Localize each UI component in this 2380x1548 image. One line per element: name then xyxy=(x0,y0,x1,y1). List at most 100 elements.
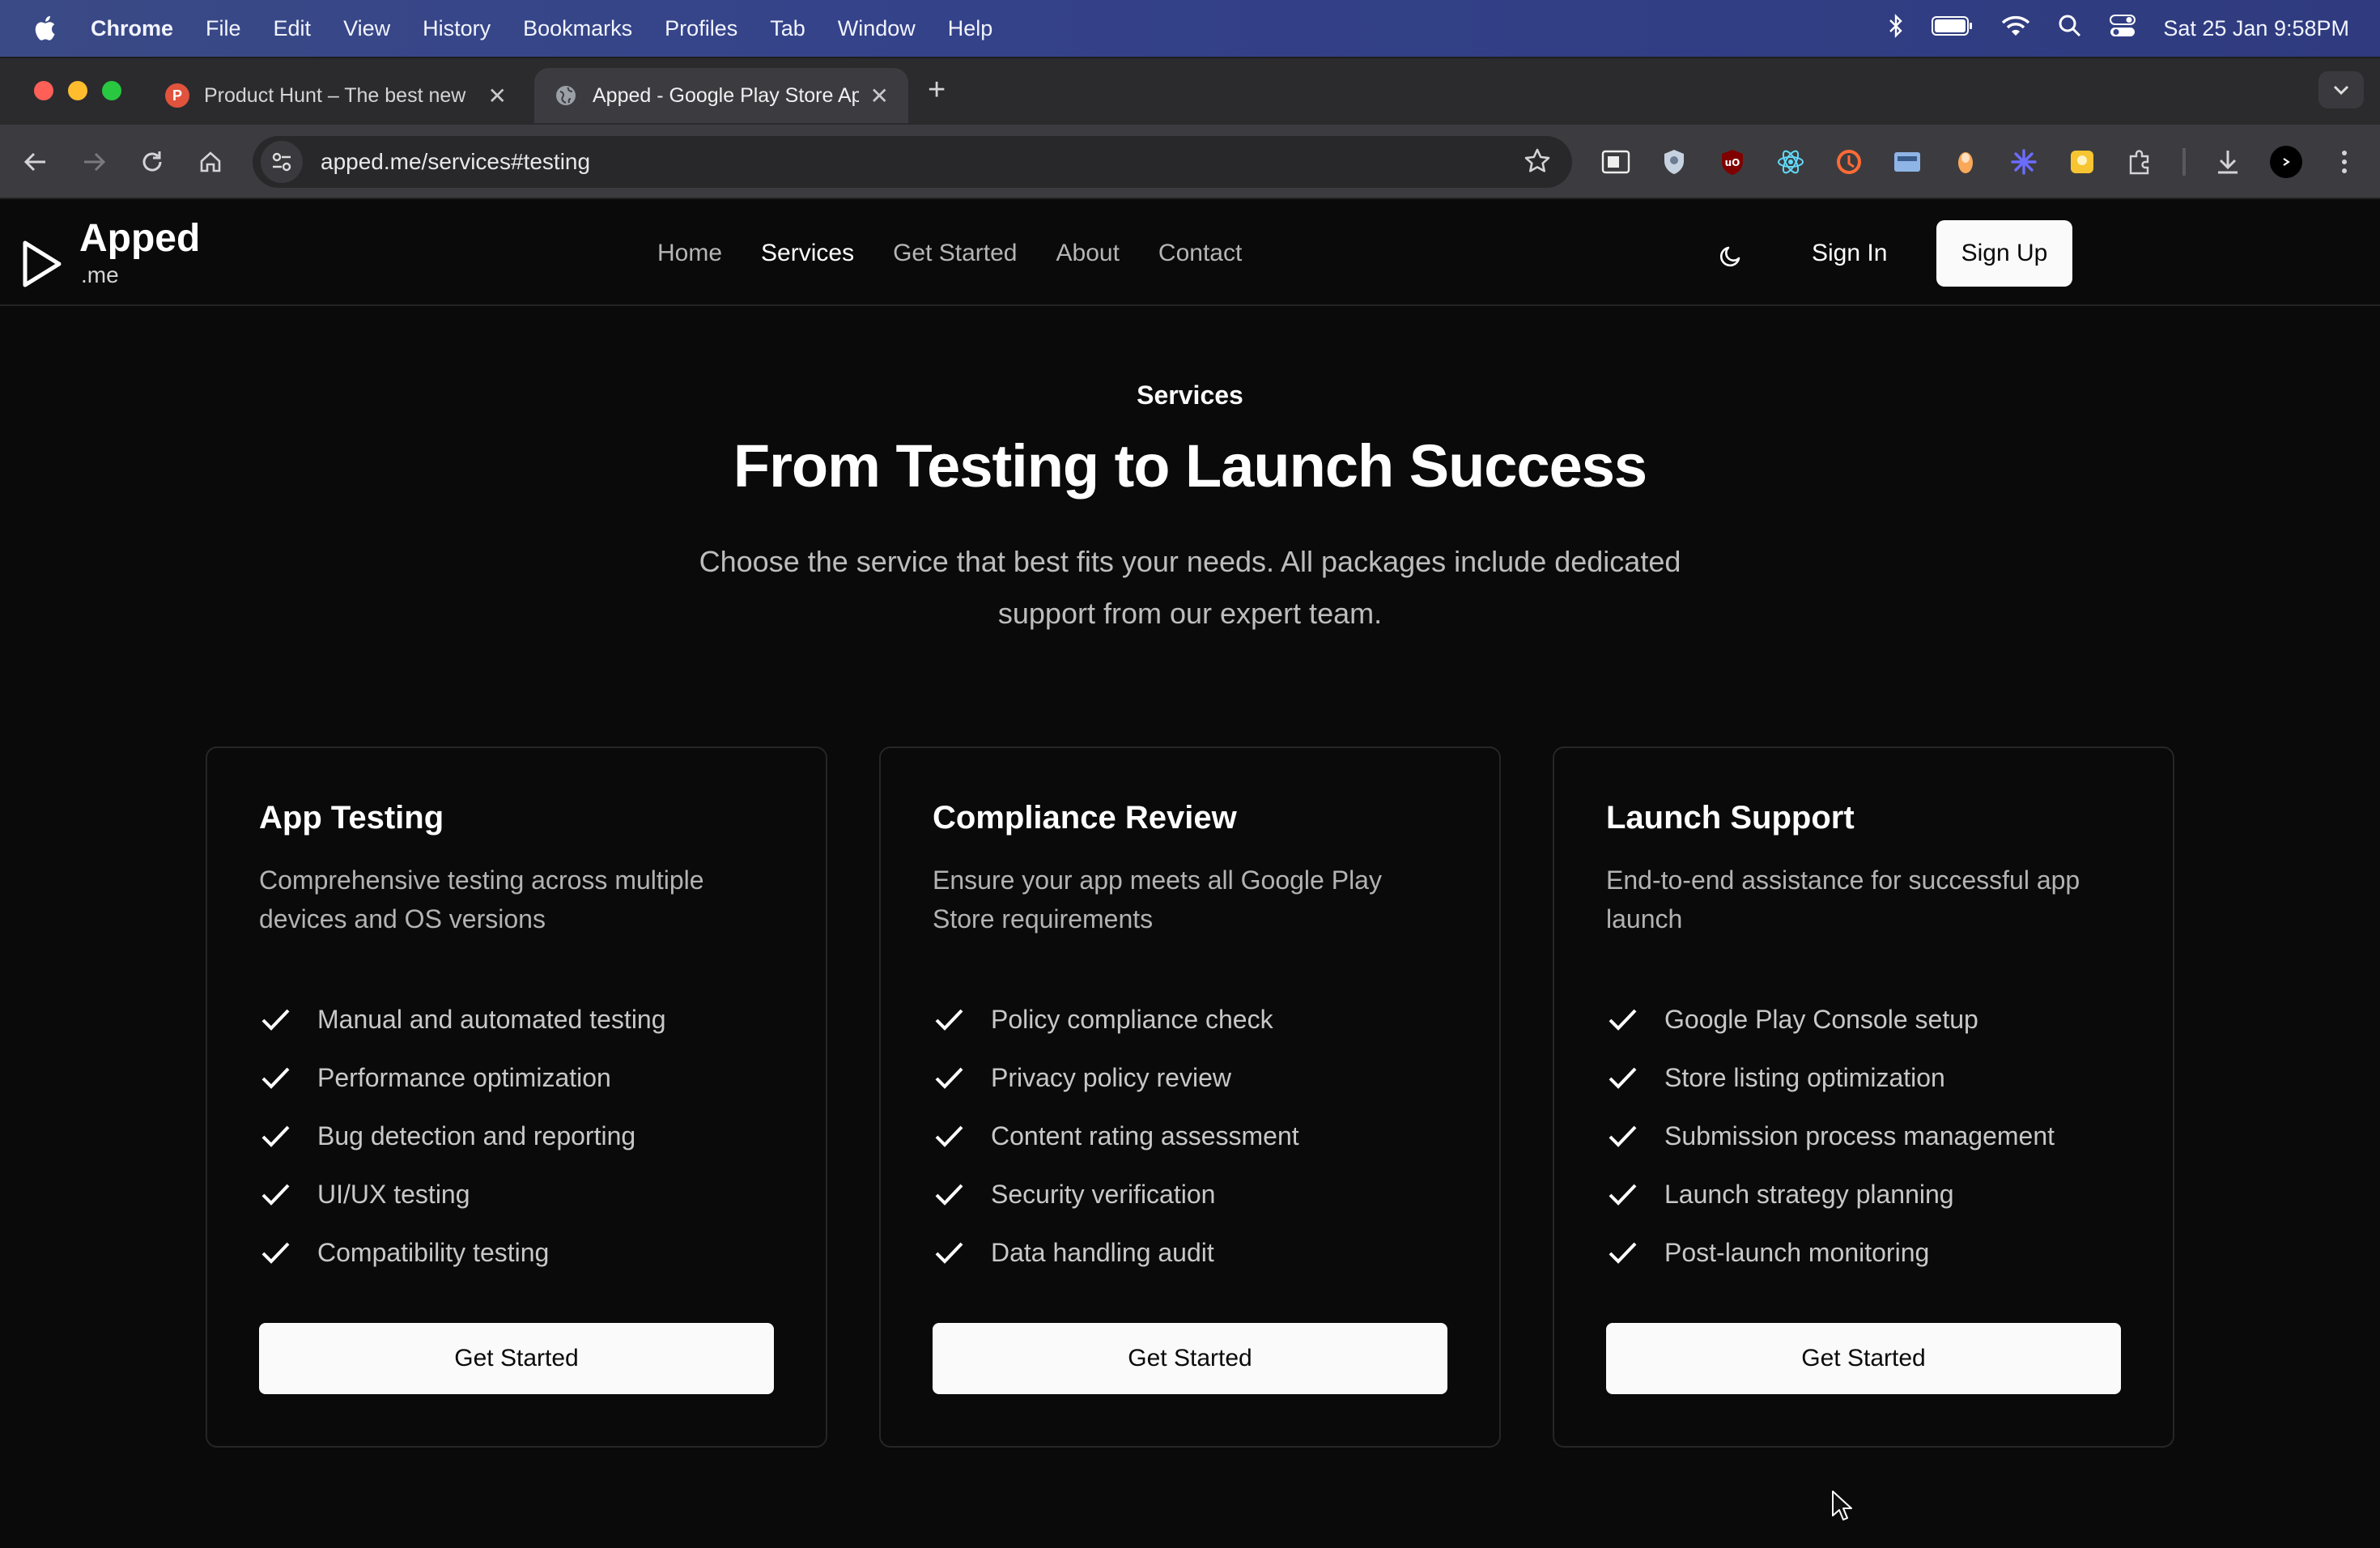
nav-home[interactable]: Home xyxy=(657,240,722,267)
profile-avatar[interactable] xyxy=(2267,142,2306,181)
menu-file[interactable]: File xyxy=(206,16,241,41)
macos-menubar: Chrome File Edit View History Bookmarks … xyxy=(0,0,2380,57)
check-icon xyxy=(935,1184,963,1206)
section-eyebrow: Services xyxy=(1137,381,1243,410)
tab-title: Apped - Google Play Store Ap xyxy=(593,83,859,107)
bluetooth-icon[interactable] xyxy=(1888,13,1904,44)
nav-services[interactable]: Services xyxy=(761,240,854,267)
product-hunt-favicon-icon: P xyxy=(165,83,189,108)
ublock-origin-icon[interactable]: uO xyxy=(1713,142,1752,181)
download-icon[interactable] xyxy=(2208,142,2247,181)
menubar-app-name[interactable]: Chrome xyxy=(91,16,173,41)
menu-profiles[interactable]: Profiles xyxy=(665,16,737,41)
control-center-icon[interactable] xyxy=(2110,14,2136,43)
home-icon[interactable] xyxy=(191,142,230,181)
sign-up-button[interactable]: Sign Up xyxy=(1936,220,2072,287)
bookmark-star-icon[interactable] xyxy=(1524,147,1551,179)
menu-view[interactable]: View xyxy=(343,16,390,41)
feature-label: Content rating assessment xyxy=(991,1121,1299,1150)
get-started-button[interactable]: Get Started xyxy=(933,1323,1447,1394)
list-item: Store listing optimization xyxy=(1606,1048,2121,1107)
card-description: Comprehensive testing across multiple de… xyxy=(259,865,704,933)
menu-window[interactable]: Window xyxy=(838,16,916,41)
react-devtools-icon[interactable] xyxy=(1771,142,1810,181)
battery-icon[interactable] xyxy=(1932,15,1974,42)
brand-name: Apped xyxy=(79,217,201,260)
apple-icon[interactable] xyxy=(31,13,58,44)
menu-history[interactable]: History xyxy=(423,16,491,41)
list-item: Privacy policy review xyxy=(933,1048,1447,1107)
feature-label: Policy compliance check xyxy=(991,1004,1273,1034)
check-icon xyxy=(935,1242,963,1264)
feature-label: Google Play Console setup xyxy=(1664,1004,1978,1034)
browser-toolbar: apped.me/services#testing uO xyxy=(0,125,2380,199)
svg-text:uO: uO xyxy=(1725,157,1740,168)
minimize-window-button[interactable] xyxy=(68,81,87,100)
menu-help[interactable]: Help xyxy=(948,16,993,41)
list-item: Manual and automated testing xyxy=(259,990,774,1048)
section-description: Choose the service that best fits your n… xyxy=(699,545,1681,630)
screen-extension-icon[interactable] xyxy=(1888,142,1927,181)
window-controls xyxy=(34,81,121,100)
menu-edit[interactable]: Edit xyxy=(274,16,312,41)
card-title: Launch Support xyxy=(1606,800,1855,836)
peach-extension-icon[interactable] xyxy=(1946,142,1985,181)
more-menu-icon[interactable] xyxy=(2325,142,2364,181)
url-text[interactable]: apped.me/services#testing xyxy=(321,149,590,175)
feature-label: Bug detection and reporting xyxy=(317,1121,636,1150)
card-title: Compliance Review xyxy=(933,800,1237,836)
feature-label: UI/UX testing xyxy=(317,1179,470,1209)
feature-label: Security verification xyxy=(991,1179,1216,1209)
nav-about[interactable]: About xyxy=(1056,240,1120,267)
tab-search-chevron-down-icon[interactable] xyxy=(2318,71,2364,108)
close-tab-icon[interactable]: ✕ xyxy=(870,83,889,109)
site-header: Apped .me Home Services Get Started Abou… xyxy=(0,201,2380,306)
site-settings-icon[interactable] xyxy=(261,141,303,183)
wifi-icon[interactable] xyxy=(2001,15,2030,43)
check-icon xyxy=(1609,1125,1637,1147)
mouse-pointer-icon xyxy=(1831,1490,1854,1526)
shield-extension-icon[interactable] xyxy=(1655,142,1694,181)
address-bar[interactable]: apped.me/services#testing xyxy=(253,136,1572,188)
yellow-notes-extension-icon[interactable] xyxy=(2063,142,2102,181)
menu-bookmarks[interactable]: Bookmarks xyxy=(523,16,632,41)
orange-circle-extension-icon[interactable] xyxy=(1830,142,1868,181)
card-title: App Testing xyxy=(259,800,444,836)
tab-capture-extension-icon[interactable] xyxy=(1596,142,1635,181)
menu-tab[interactable]: Tab xyxy=(770,16,805,41)
get-started-button[interactable]: Get Started xyxy=(1606,1323,2121,1394)
menubar-clock[interactable]: Sat 25 Jan 9:58PM xyxy=(2163,16,2349,41)
brand-suffix: .me xyxy=(81,262,119,287)
sparkle-extension-icon[interactable] xyxy=(2004,142,2043,181)
get-started-button[interactable]: Get Started xyxy=(259,1323,774,1394)
feature-list: Google Play Console setup Store listing … xyxy=(1606,990,2121,1282)
reload-icon[interactable] xyxy=(133,142,172,181)
forward-arrow-icon[interactable] xyxy=(74,142,113,181)
site-logo[interactable]: Apped .me xyxy=(21,217,200,288)
spotlight-search-icon[interactable] xyxy=(2058,14,2082,44)
sign-in-link[interactable]: Sign In xyxy=(1812,240,1887,267)
check-icon xyxy=(935,1125,963,1147)
maximize-window-button[interactable] xyxy=(102,81,121,100)
nav-contact[interactable]: Contact xyxy=(1158,240,1242,267)
close-window-button[interactable] xyxy=(34,81,53,100)
tab-apped[interactable]: Apped - Google Play Store Ap ✕ xyxy=(534,68,908,123)
moon-icon[interactable] xyxy=(1711,236,1750,275)
tab-product-hunt[interactable]: P Product Hunt – The best new ✕ xyxy=(146,68,526,123)
close-tab-icon[interactable]: ✕ xyxy=(488,83,507,109)
nav-get-started[interactable]: Get Started xyxy=(893,240,1017,267)
service-card-compliance-review: Compliance Review Ensure your app meets … xyxy=(879,746,1501,1448)
new-tab-icon[interactable]: + xyxy=(928,73,946,108)
back-arrow-icon[interactable] xyxy=(16,142,55,181)
toolbar-divider xyxy=(2182,148,2186,176)
feature-label: Submission process management xyxy=(1664,1121,2055,1150)
extensions-toolbar: uO xyxy=(1596,142,2364,181)
feature-label: Data handling audit xyxy=(991,1237,1214,1267)
list-item: Performance optimization xyxy=(259,1048,774,1107)
list-item: Data handling audit xyxy=(933,1223,1447,1282)
list-item: Google Play Console setup xyxy=(1606,990,2121,1048)
feature-label: Manual and automated testing xyxy=(317,1004,666,1034)
menubar-status-area: Sat 25 Jan 9:58PM xyxy=(1888,13,2349,44)
puzzle-extensions-icon[interactable] xyxy=(2121,142,2160,181)
list-item: Launch strategy planning xyxy=(1606,1165,2121,1223)
